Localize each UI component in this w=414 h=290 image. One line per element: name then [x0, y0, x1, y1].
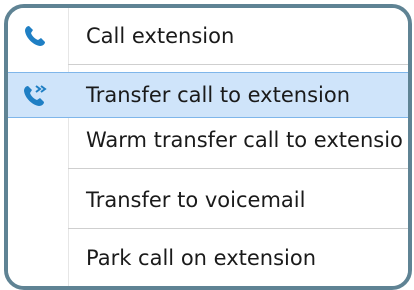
phone-transfer-icon — [22, 82, 48, 108]
menu-item-label: Transfer call to extension — [86, 83, 351, 107]
menu-item-call-extension[interactable]: Call extension — [8, 14, 408, 58]
menu-separator — [68, 168, 408, 169]
menu-item-transfer-to-voicemail[interactable]: Transfer to voicemail — [8, 178, 408, 222]
phone-icon — [22, 23, 48, 49]
menu-separator — [68, 228, 408, 229]
menu-item-label: Call extension — [86, 24, 235, 48]
context-menu: Call extension Transfer call to extensio… — [8, 8, 408, 286]
menu-item-park-call-on-extension[interactable]: Park call on extension — [8, 236, 408, 280]
menu-separator — [68, 64, 408, 65]
menu-item-transfer-call-to-extension[interactable]: Transfer call to extension — [8, 72, 408, 118]
menu-item-label: Park call on extension — [86, 246, 317, 270]
menu-item-label: Warm transfer call to extensio — [86, 128, 403, 152]
menu-item-label: Transfer to voicemail — [86, 188, 306, 212]
menu-item-warm-transfer-call[interactable]: Warm transfer call to extensio — [8, 118, 408, 162]
screenshot-frame: Call extension Transfer call to extensio… — [4, 4, 412, 290]
